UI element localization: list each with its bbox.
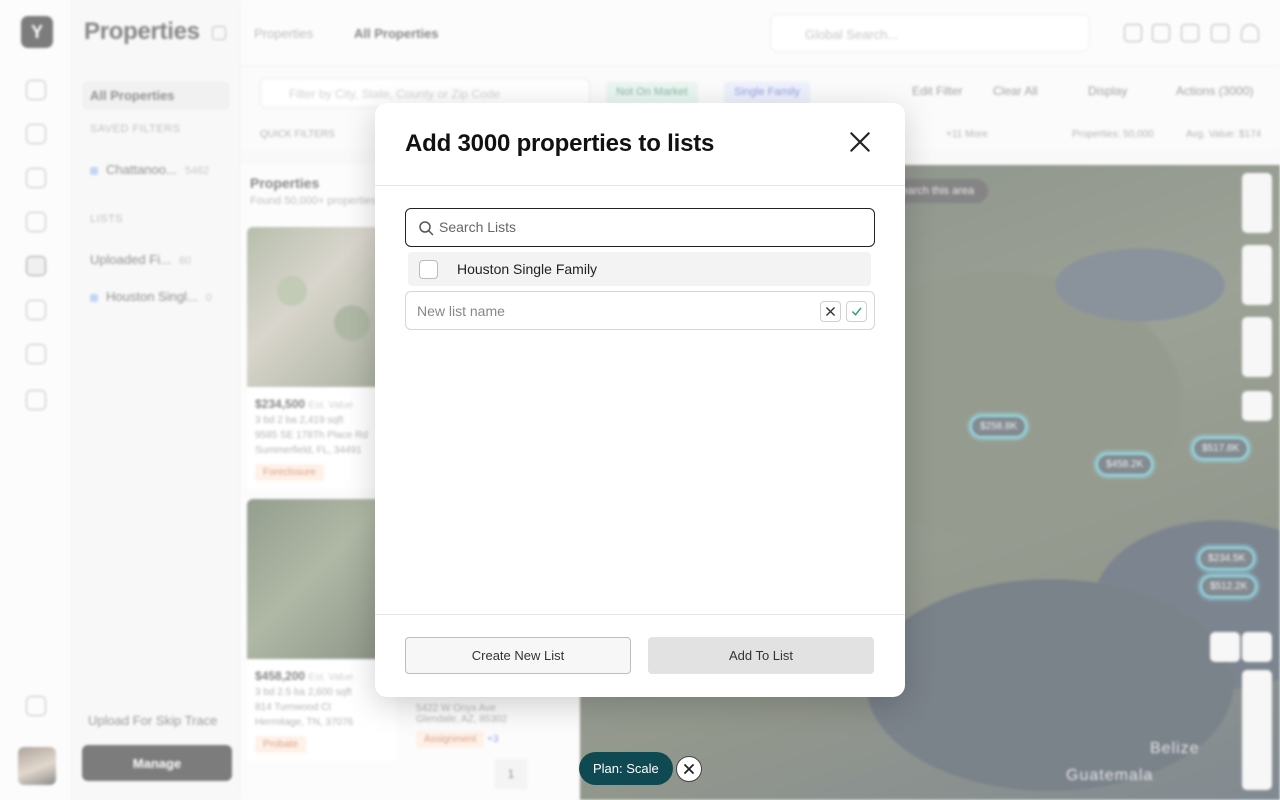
add-to-lists-modal: Add 3000 properties to lists Houston Sin… <box>375 103 905 697</box>
search-icon <box>419 221 434 236</box>
close-icon <box>684 764 694 774</box>
search-lists-input[interactable] <box>439 209 864 245</box>
add-to-list-button[interactable]: Add To List <box>648 637 874 674</box>
close-modal-button[interactable] <box>847 129 873 155</box>
new-list-field[interactable] <box>405 291 875 330</box>
close-icon <box>850 132 870 152</box>
list-option-label: Houston Single Family <box>457 261 598 277</box>
plan-badge[interactable]: Plan: Scale <box>579 752 673 785</box>
modal-title: Add 3000 properties to lists <box>405 130 715 157</box>
modal-header: Add 3000 properties to lists <box>375 103 905 186</box>
cancel-new-list-button[interactable] <box>820 301 841 322</box>
confirm-new-list-button[interactable] <box>846 301 867 322</box>
dismiss-plan-button[interactable] <box>676 756 702 782</box>
search-lists-field[interactable] <box>405 208 875 247</box>
new-list-name-input[interactable] <box>417 292 807 329</box>
list-checkbox[interactable] <box>419 260 438 279</box>
list-option-row[interactable]: Houston Single Family <box>408 252 871 286</box>
close-icon <box>826 307 835 316</box>
modal-footer: Create New List Add To List <box>375 614 905 697</box>
check-icon <box>852 307 862 316</box>
create-new-list-button[interactable]: Create New List <box>405 637 631 674</box>
